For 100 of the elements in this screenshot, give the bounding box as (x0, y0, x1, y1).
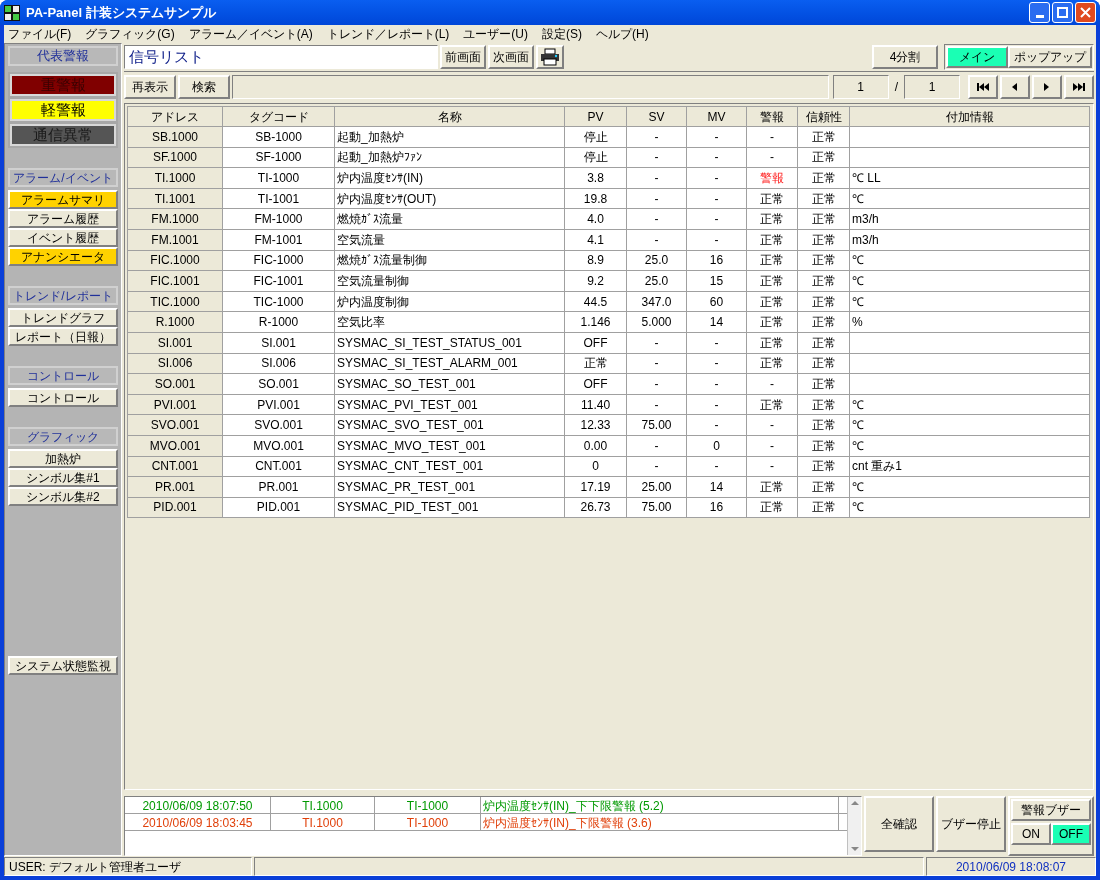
column-header: MV (686, 106, 747, 127)
section-header: コントロール (8, 366, 118, 385)
previous-icon-button[interactable] (1000, 74, 1030, 99)
table-cell: 起動_加熱炉ﾌｧﾝ (334, 147, 565, 168)
table-cell: ℃ (849, 291, 1090, 312)
minimize-button[interactable] (1029, 2, 1050, 23)
printer-icon (540, 48, 560, 66)
sidebar-item[interactable]: アラーム履歴 (8, 209, 118, 228)
table-cell: SI.006 (127, 353, 223, 374)
action-button[interactable]: 全確認 (864, 796, 934, 852)
screen-nav-button[interactable]: 次画面 (488, 45, 534, 69)
sidebar-item[interactable]: 加熱炉 (8, 449, 118, 468)
close-icon (1080, 7, 1091, 18)
toolbar-button[interactable]: 再表示 (124, 74, 176, 99)
section-header: アラーム/イベント (8, 168, 118, 187)
menu-item[interactable]: ファイル(F) (8, 25, 72, 43)
toolbar-button[interactable]: 検索 (178, 74, 230, 99)
table-cell: PR.001 (127, 476, 223, 498)
status-datetime: 2010/06/09 18:08:07 (926, 857, 1096, 876)
column-header: PV (564, 106, 627, 127)
table-cell: R.1000 (127, 311, 223, 333)
table-cell: PVI.001 (127, 394, 223, 415)
status-user: USER: デフォルト管理者ユーザ (4, 857, 252, 876)
menu-item[interactable]: ヘルプ(H) (596, 25, 649, 43)
event-log-cell: 炉内温度ｾﾝｻ(IN)_下限警報 (3.6) (481, 814, 839, 830)
sidebar-item[interactable]: アナンシエータ (8, 247, 118, 266)
table-cell: SO.001 (127, 373, 223, 395)
system-status-button[interactable]: システム状態監視 (8, 656, 118, 675)
sidebar-item[interactable]: レポート（日報） (8, 327, 118, 346)
table-cell: TI.1000 (127, 167, 223, 189)
buzzer-toggle[interactable]: OFF (1051, 823, 1091, 845)
screen-title-field: 信号リスト (124, 45, 438, 69)
column-header: タグコード (222, 106, 335, 127)
column-header: 警報 (746, 106, 798, 127)
sidebar-item[interactable]: アラームサマリ (8, 190, 118, 209)
table-cell: 炉内温度ｾﾝｻ(OUT) (334, 188, 565, 209)
screen-nav-button[interactable]: 前画面 (440, 45, 486, 69)
table-cell: SYSMAC_CNT_TEST_001 (334, 456, 565, 477)
action-button[interactable]: ブザー停止 (936, 796, 1006, 852)
section-header: グラフィック (8, 427, 118, 446)
sidebar-item[interactable]: シンボル集#2 (8, 487, 118, 506)
close-button[interactable] (1075, 2, 1096, 23)
page-total-field: 1 (904, 74, 960, 99)
page-number-field[interactable]: 1 (832, 74, 889, 99)
sidebar-header: 代表警報 (8, 46, 118, 66)
event-log-cell: 2010/06/09 18:03:45 (125, 814, 271, 830)
first-page-icon (976, 80, 990, 93)
table-cell: SVO.001 (127, 414, 223, 436)
event-log-cell: TI.1000 (271, 797, 375, 813)
alarm-indicator: 軽警報 (10, 99, 116, 121)
column-header: アドレス (127, 106, 223, 127)
table-cell: ℃ (849, 497, 1090, 518)
table-cell: SB.1000 (127, 126, 223, 148)
table-cell: FIC.1000 (127, 250, 223, 271)
display-mode-tab[interactable]: メイン (946, 46, 1008, 68)
table-cell: ℃ (849, 250, 1090, 271)
sidebar-item[interactable]: コントロール (8, 388, 118, 407)
event-log-cell: TI.1000 (271, 814, 375, 830)
scrollbar[interactable] (847, 797, 861, 855)
window-title: PA-Panel 計装システムサンプル (26, 3, 217, 22)
app-icon (4, 4, 20, 21)
table-cell: TIC.1000 (127, 291, 223, 312)
next-icon-button[interactable] (1032, 74, 1062, 99)
buzzer-title-button[interactable]: 警報ブザー (1011, 799, 1091, 821)
sidebar-item[interactable]: シンボル集#1 (8, 468, 118, 487)
event-log-cell: TI-1000 (375, 814, 481, 830)
table-cell: SYSMAC_PVI_TEST_001 (334, 394, 565, 415)
table-cell: 炉内温度制御 (334, 291, 565, 312)
column-header: 付加情報 (849, 106, 1090, 127)
alarm-indicator: 重警報 (10, 74, 116, 96)
search-field[interactable] (232, 74, 829, 99)
table-cell: cnt 重み1 (849, 456, 1090, 477)
table-cell: SYSMAC_SI_TEST_ALARM_001 (334, 353, 565, 374)
menu-item[interactable]: 設定(S) (542, 25, 582, 43)
column-header: 名称 (334, 106, 565, 127)
table-cell: ℃ (849, 394, 1090, 415)
buzzer-toggle[interactable]: ON (1011, 823, 1051, 845)
maximize-button[interactable] (1052, 2, 1073, 23)
event-log-cell: 2010/06/09 18:07:50 (125, 797, 271, 813)
menu-item[interactable]: ユーザー(U) (463, 25, 528, 43)
menu-item[interactable]: グラフィック(G) (85, 25, 175, 43)
sidebar-item[interactable]: トレンドグラフ (8, 308, 118, 327)
column-header: SV (626, 106, 687, 127)
table-cell: CNT.001 (127, 456, 223, 477)
print-button[interactable] (536, 45, 564, 69)
split-view-button[interactable]: 4分割 (872, 45, 938, 69)
sidebar-item[interactable]: イベント履歴 (8, 228, 118, 247)
last-page-icon (1072, 80, 1086, 93)
display-mode-tab[interactable]: ポップアップ (1008, 46, 1092, 68)
table-cell: SI.001 (127, 332, 223, 354)
table-cell: 燃焼ｶﾞｽ流量制御 (334, 250, 565, 271)
table-cell: PID.001 (127, 497, 223, 518)
last-page-icon-button[interactable] (1064, 74, 1094, 99)
table-cell: FIC.1001 (127, 270, 223, 292)
table-cell: FM.1001 (127, 229, 223, 251)
menu-item[interactable]: トレンド／レポート(L) (326, 25, 450, 43)
table-cell: FM.1000 (127, 208, 223, 230)
first-page-icon-button[interactable] (968, 74, 998, 99)
event-log-cell: TI-1000 (375, 797, 481, 813)
menu-item[interactable]: アラーム／イベント(A) (188, 25, 313, 43)
